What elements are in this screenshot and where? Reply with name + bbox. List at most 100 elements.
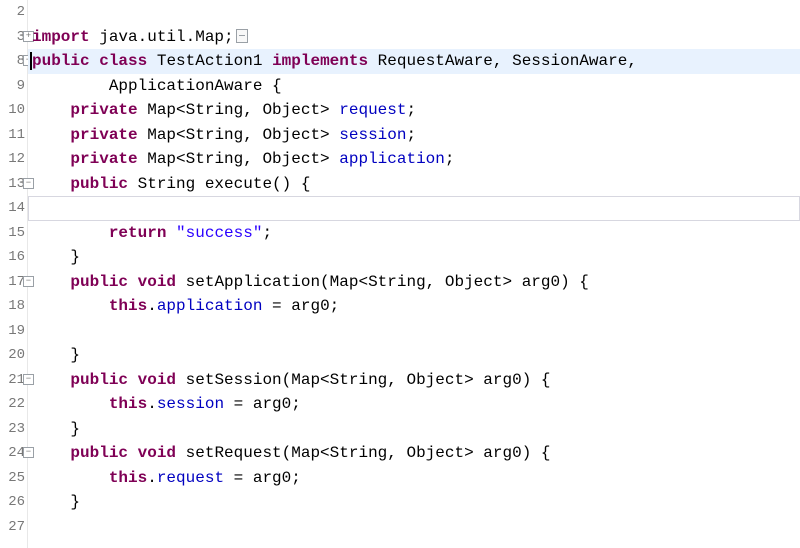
code-token: void xyxy=(138,371,176,389)
code-line[interactable] xyxy=(28,0,800,25)
code-token: Map<String, Object> xyxy=(138,150,340,168)
code-line[interactable]: public void setSession(Map<String, Objec… xyxy=(28,368,800,393)
line-number[interactable]: 11 xyxy=(0,123,25,148)
line-number[interactable]: 23 xyxy=(0,417,25,442)
code-token: = arg0; xyxy=(224,469,301,487)
code-line[interactable]: } xyxy=(28,343,800,368)
code-token: request xyxy=(339,101,406,119)
code-token: } xyxy=(32,346,80,364)
line-number[interactable]: 8− xyxy=(0,49,25,74)
code-token: private xyxy=(70,126,137,144)
code-line[interactable] xyxy=(28,319,800,344)
code-token: ; xyxy=(406,101,416,119)
code-token: TestAction1 xyxy=(147,52,272,70)
code-token: = arg0; xyxy=(262,297,339,315)
text-caret xyxy=(30,52,32,70)
code-token: Map<String, Object> xyxy=(138,101,340,119)
code-token xyxy=(32,469,109,487)
code-token: setApplication(Map<String, Object> arg0)… xyxy=(176,273,589,291)
collapsed-imports-icon[interactable] xyxy=(236,29,248,43)
code-token: this xyxy=(109,395,147,413)
line-number[interactable]: 26 xyxy=(0,490,25,515)
code-token: application xyxy=(157,297,263,315)
code-line[interactable]: } xyxy=(28,417,800,442)
code-token xyxy=(128,371,138,389)
code-line[interactable]: this.request = arg0; xyxy=(28,466,800,491)
code-token xyxy=(166,224,176,242)
code-line[interactable]: this.session = arg0; xyxy=(28,392,800,417)
code-line[interactable]: } xyxy=(28,245,800,270)
code-line[interactable] xyxy=(28,515,800,540)
line-number[interactable]: 19 xyxy=(0,319,25,344)
code-token: private xyxy=(70,101,137,119)
code-line[interactable]: } xyxy=(28,490,800,515)
code-token: ; xyxy=(406,126,416,144)
code-token xyxy=(32,297,109,315)
code-token: session xyxy=(157,395,224,413)
line-number[interactable]: 25 xyxy=(0,466,25,491)
code-line[interactable]: this.application = arg0; xyxy=(28,294,800,319)
code-token: void xyxy=(138,273,176,291)
code-token xyxy=(32,175,70,193)
code-token xyxy=(32,371,70,389)
line-number[interactable]: 22 xyxy=(0,392,25,417)
line-number[interactable]: 21− xyxy=(0,368,25,393)
line-number[interactable]: 16 xyxy=(0,245,25,270)
code-token xyxy=(32,101,70,119)
line-number[interactable]: 17− xyxy=(0,270,25,295)
code-token: RequestAware, SessionAware, xyxy=(368,52,637,70)
code-token: public xyxy=(32,52,90,70)
code-token: . xyxy=(147,469,157,487)
code-token: return xyxy=(109,224,167,242)
line-number[interactable]: 20 xyxy=(0,343,25,368)
code-token: private xyxy=(70,150,137,168)
code-line[interactable]: public class TestAction1 implements Requ… xyxy=(28,49,800,74)
line-number[interactable]: 18 xyxy=(0,294,25,319)
code-token xyxy=(32,126,70,144)
code-token xyxy=(32,273,70,291)
code-line[interactable]: public void setRequest(Map<String, Objec… xyxy=(28,441,800,466)
line-number[interactable]: 3+ xyxy=(0,25,25,50)
code-token: . xyxy=(147,297,157,315)
code-area[interactable]: import java.util.Map;public class TestAc… xyxy=(28,0,800,548)
code-token: void xyxy=(138,444,176,462)
code-line[interactable]: public void setApplication(Map<String, O… xyxy=(28,270,800,295)
code-token xyxy=(32,224,109,242)
code-token: String execute() { xyxy=(128,175,310,193)
code-line[interactable]: return "success"; xyxy=(28,221,800,246)
code-line[interactable]: private Map<String, Object> session; xyxy=(28,123,800,148)
code-token: session xyxy=(339,126,406,144)
code-token: } xyxy=(32,420,80,438)
line-number[interactable]: 10 xyxy=(0,98,25,123)
code-line[interactable]: ApplicationAware { xyxy=(28,74,800,99)
line-number[interactable]: 12 xyxy=(0,147,25,172)
code-line[interactable]: private Map<String, Object> application; xyxy=(28,147,800,172)
code-token: "success" xyxy=(176,224,262,242)
line-number[interactable]: 24− xyxy=(0,441,25,466)
code-editor[interactable]: 23+8−910111213−14151617−18192021−222324−… xyxy=(0,0,800,548)
line-number[interactable]: 15 xyxy=(0,221,25,246)
code-token: } xyxy=(32,493,80,511)
code-line[interactable] xyxy=(28,196,800,221)
code-token: import xyxy=(32,28,90,46)
line-number[interactable]: 13− xyxy=(0,172,25,197)
line-number[interactable]: 2 xyxy=(0,0,25,25)
code-token: ; xyxy=(445,150,455,168)
code-token xyxy=(128,273,138,291)
code-token: this xyxy=(109,469,147,487)
code-token: public xyxy=(70,444,128,462)
line-number[interactable]: 9 xyxy=(0,74,25,99)
line-number[interactable]: 27 xyxy=(0,515,25,540)
code-token xyxy=(32,150,70,168)
code-line[interactable]: private Map<String, Object> request; xyxy=(28,98,800,123)
code-line[interactable]: public String execute() { xyxy=(28,172,800,197)
line-number-gutter[interactable]: 23+8−910111213−14151617−18192021−222324−… xyxy=(0,0,28,548)
code-token xyxy=(128,444,138,462)
code-token: } xyxy=(32,248,80,266)
line-number[interactable]: 14 xyxy=(0,196,25,221)
code-token: ApplicationAware { xyxy=(32,77,282,95)
code-token: Map<String, Object> xyxy=(138,126,340,144)
code-token: setSession(Map<String, Object> arg0) { xyxy=(176,371,550,389)
code-line[interactable]: import java.util.Map; xyxy=(28,25,800,50)
code-token: . xyxy=(147,395,157,413)
